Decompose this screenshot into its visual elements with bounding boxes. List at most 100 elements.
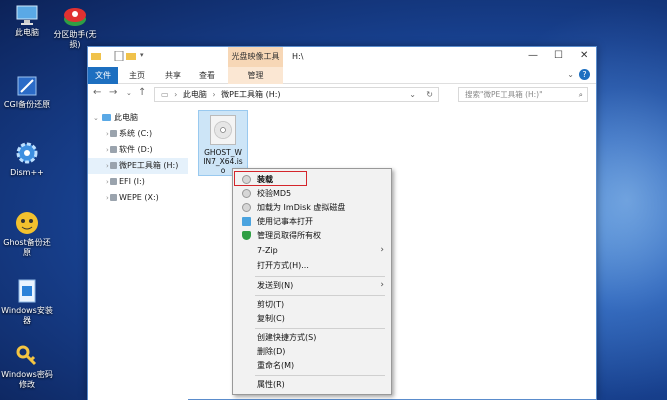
submenu-arrow-icon: ›: [380, 280, 384, 290]
recent-locations-icon[interactable]: ⌄: [126, 89, 132, 97]
help-icon[interactable]: ?: [579, 69, 590, 80]
menu-item-label: 属性(R): [257, 380, 285, 389]
address-dropdown-icon[interactable]: ⌄: [409, 88, 416, 101]
menu-item-open-with[interactable]: 打开方式(H)...: [233, 259, 391, 272]
menu-item-7zip[interactable]: 7-Zip ›: [233, 244, 391, 257]
tree-expand-icon[interactable]: ⌄: [93, 110, 99, 126]
ghost-icon: [16, 212, 38, 234]
menu-item-label: 重命名(M): [257, 361, 295, 370]
menu-item-send-to[interactable]: 发送到(N) ›: [233, 279, 391, 292]
menu-separator: [255, 295, 385, 296]
back-icon[interactable]: ←: [93, 87, 101, 98]
forward-icon[interactable]: →: [109, 87, 117, 98]
desktop-icon-this-pc[interactable]: 此电脑: [0, 4, 54, 38]
desktop-icon-label: Ghost备份还原: [3, 238, 51, 257]
drive-icon: [110, 130, 117, 137]
disc-icon: [242, 203, 251, 212]
menu-item-create-shortcut[interactable]: 创建快捷方式(S): [233, 331, 391, 344]
menu-separator: [255, 276, 385, 277]
desktop-icon-ghost[interactable]: Ghost备份还原: [0, 210, 54, 258]
disc-image-icon: [210, 115, 236, 145]
file-name-line: GHOST_W: [204, 148, 242, 157]
disc-icon: [242, 189, 251, 198]
quick-access-new-folder-icon[interactable]: [126, 51, 136, 61]
address-drive-icon: ▭: [161, 90, 169, 99]
address-bar[interactable]: ▭ › 此电脑 › 微PE工具箱 (H:) ⌄ ↻: [154, 87, 439, 102]
search-icon: ⌕: [578, 90, 583, 99]
tab-view[interactable]: 查看: [194, 67, 220, 84]
tab-manage[interactable]: 管理: [228, 67, 283, 84]
close-icon[interactable]: ✕: [580, 50, 588, 61]
desktop-icon-cgi-backup[interactable]: CGI备份还原: [0, 74, 54, 110]
menu-item-label: 创建快捷方式(S): [257, 333, 317, 342]
tree-label: 软件 (D:): [119, 145, 153, 154]
tab-share[interactable]: 共享: [160, 67, 186, 84]
desktop-icon-label: Windows安装器: [1, 306, 53, 325]
up-icon[interactable]: ↑: [138, 87, 146, 98]
drive-icon: [110, 194, 117, 201]
tree-expand-icon[interactable]: ›: [106, 174, 109, 190]
tab-home[interactable]: 主页: [124, 67, 150, 84]
title-bar: ▾ 光盘映像工具 H:\ — ☐ ✕: [88, 47, 596, 67]
maximize-icon[interactable]: ☐: [554, 50, 563, 61]
menu-item-label: 加载为 ImDisk 虚拟磁盘: [257, 203, 346, 212]
desktop-icon-label: CGI备份还原: [3, 100, 51, 109]
menu-item-take-ownership[interactable]: 管理员取得所有权: [233, 229, 391, 242]
tab-file[interactable]: 文件: [88, 67, 118, 84]
address-separator-icon: ›: [174, 90, 178, 99]
tree-item-drive-x[interactable]: › WEPE (X:): [88, 190, 188, 206]
menu-item-cut[interactable]: 剪切(T): [233, 298, 391, 311]
menu-item-verify-md5[interactable]: 校验MD5: [233, 187, 391, 200]
computer-icon: [16, 5, 38, 25]
menu-item-properties[interactable]: 属性(R): [233, 378, 391, 391]
menu-item-rename[interactable]: 重命名(M): [233, 359, 391, 372]
menu-item-delete[interactable]: 删除(D): [233, 345, 391, 358]
drive-icon: [110, 178, 117, 185]
desktop-icon-label: Windows密码修改: [1, 370, 53, 389]
menu-item-label: 发送到(N): [257, 281, 294, 290]
search-placeholder: 搜索"微PE工具箱 (H:)": [465, 90, 543, 99]
tree-expand-icon[interactable]: ›: [106, 126, 109, 142]
menu-separator: [255, 375, 385, 376]
refresh-icon[interactable]: ↻: [426, 88, 433, 101]
desktop-icon-label: Dism++: [10, 168, 44, 177]
tree-label: 此电脑: [114, 113, 138, 122]
address-part-drive[interactable]: 微PE工具箱 (H:): [221, 90, 280, 99]
tree-item-this-pc[interactable]: ⌄ 此电脑: [88, 110, 188, 126]
menu-item-label: 删除(D): [257, 347, 286, 356]
tree-item-drive-h[interactable]: › 微PE工具箱 (H:): [88, 158, 188, 174]
tree-label: 微PE工具箱 (H:): [119, 161, 179, 170]
desktop-icon-dism[interactable]: Dism++: [0, 140, 54, 178]
desktop-icon-partition-assistant[interactable]: 分区助手(无损): [48, 4, 102, 50]
desktop-icon-windows-installer[interactable]: Windows安装器: [0, 278, 54, 326]
window-title-path: H:\: [292, 52, 304, 61]
address-part-this-pc[interactable]: 此电脑: [183, 90, 207, 99]
menu-item-label: 7-Zip: [257, 246, 278, 255]
ribbon-expand-icon[interactable]: ⌄: [567, 70, 574, 79]
window-app-icon: [91, 51, 101, 61]
shield-icon: [242, 231, 251, 240]
tree-item-drive-c[interactable]: › 系统 (C:): [88, 126, 188, 142]
tree-expand-icon[interactable]: ›: [106, 190, 109, 206]
address-separator-icon: ›: [212, 90, 216, 99]
tree-expand-icon[interactable]: ›: [106, 142, 109, 158]
quick-access-properties-icon[interactable]: [114, 50, 124, 62]
file-item-iso[interactable]: GHOST_W IN7_X64.is o: [198, 110, 248, 176]
tree-item-drive-d[interactable]: › 软件 (D:): [88, 142, 188, 158]
search-input[interactable]: 搜索"微PE工具箱 (H:)" ⌕: [458, 87, 588, 102]
submenu-arrow-icon: ›: [380, 245, 384, 255]
notepad-icon: [242, 217, 251, 226]
tree-label: 系统 (C:): [119, 129, 153, 138]
tree-item-drive-i[interactable]: › EFI (I:): [88, 174, 188, 190]
drive-icon: [110, 146, 117, 153]
windows-installer-icon: [18, 279, 36, 303]
quick-access-dropdown-icon[interactable]: ▾: [140, 51, 150, 61]
menu-item-imdisk[interactable]: 加载为 ImDisk 虚拟磁盘: [233, 201, 391, 214]
desktop-icon-label: 此电脑: [15, 28, 39, 37]
menu-item-copy[interactable]: 复制(C): [233, 312, 391, 325]
tree-expand-icon[interactable]: ›: [106, 158, 109, 174]
desktop-icon-password[interactable]: Windows密码修改: [0, 344, 54, 390]
menu-item-open-notepad[interactable]: 使用记事本打开: [233, 215, 391, 228]
minimize-icon[interactable]: —: [528, 50, 538, 61]
menu-item-label: 校验MD5: [257, 189, 292, 198]
